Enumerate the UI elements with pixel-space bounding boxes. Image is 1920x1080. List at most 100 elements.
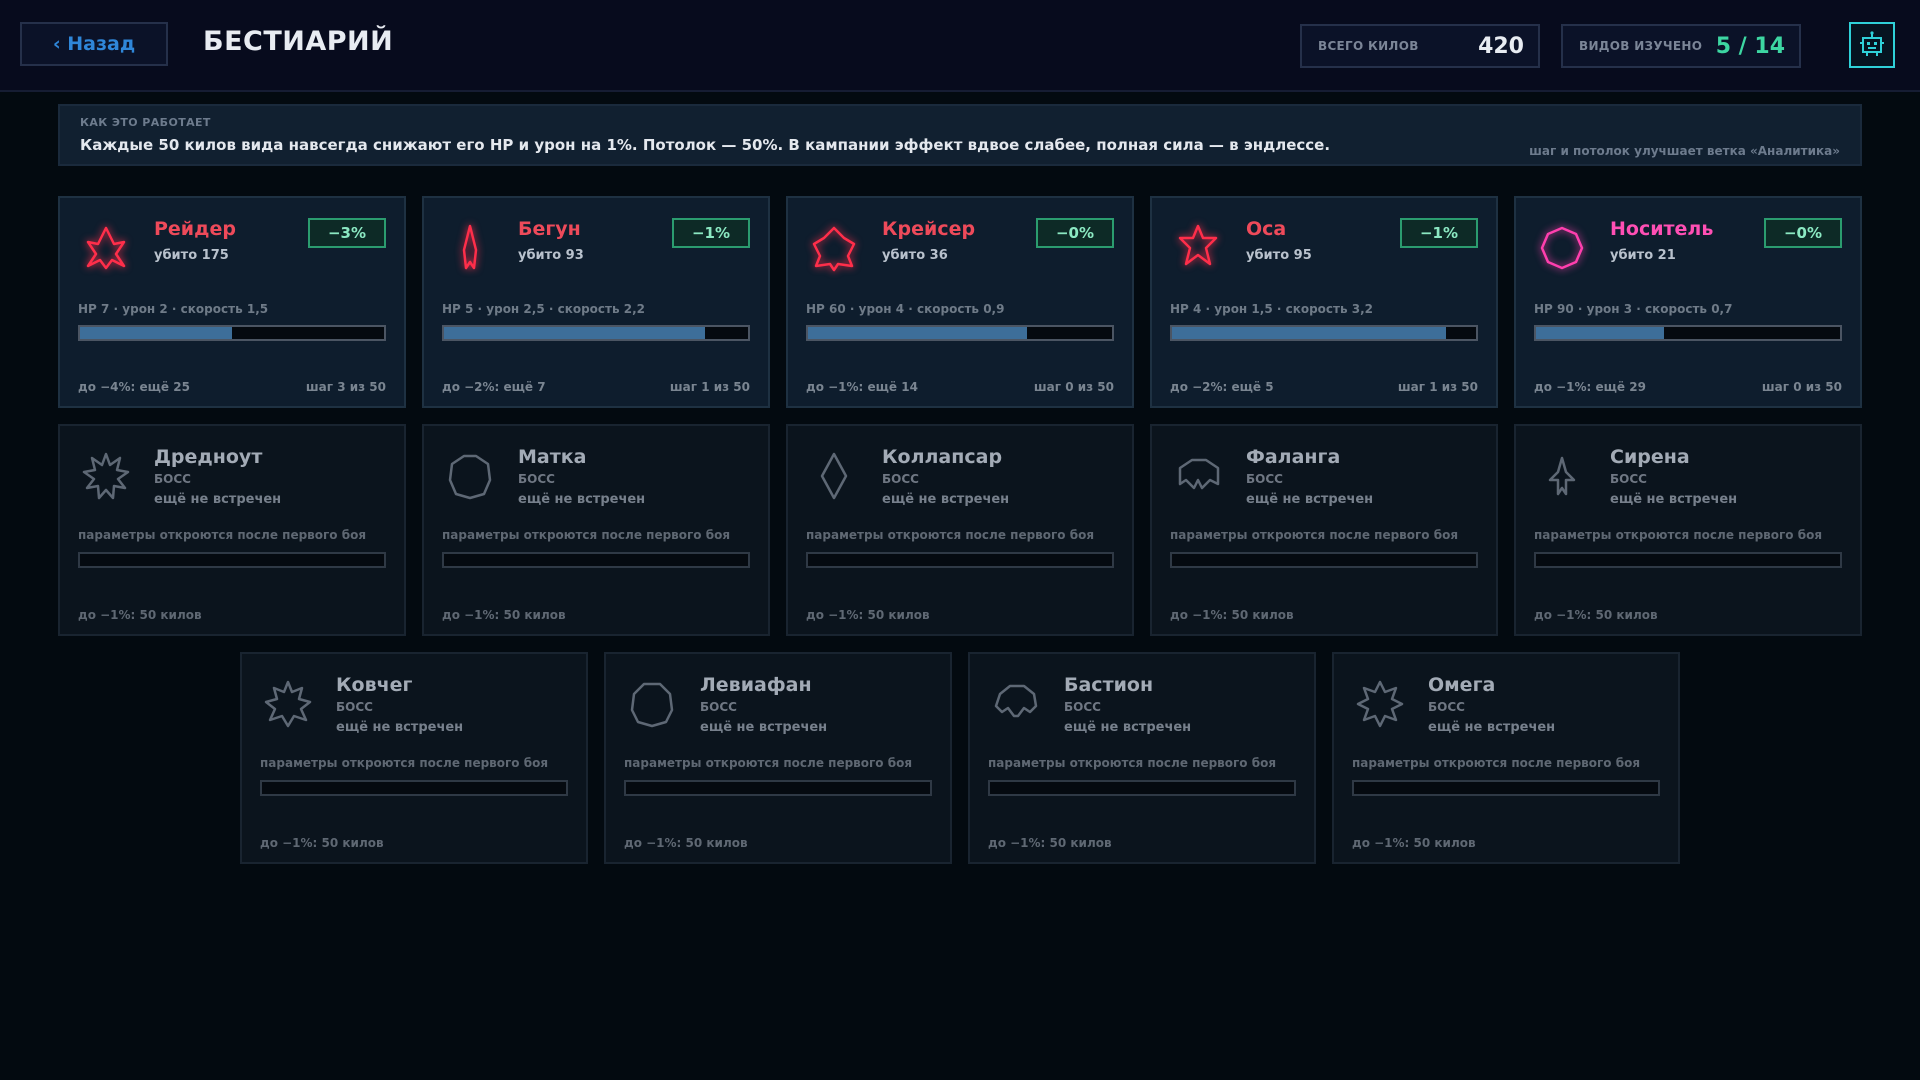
locked-stats-text: параметры откроются после первого боя (1170, 528, 1459, 542)
raider-ship-icon (80, 222, 132, 274)
total-kills-value: 420 (1478, 33, 1524, 59)
locked-stats-text: параметры откроются после первого боя (1352, 756, 1641, 770)
enemy-stats: HP 90 · урон 3 · скорость 0,7 (1534, 302, 1733, 316)
boss-card[interactable]: Фаланга БОСС ещё не встречен параметры о… (1150, 424, 1498, 636)
enemy-card[interactable]: Оса убито 95 −1% HP 4 · урон 1,5 · скоро… (1150, 196, 1498, 408)
kill-progress-bar (1534, 552, 1842, 568)
enemy-kills: убито 95 (1246, 248, 1312, 263)
ark-icon (262, 678, 314, 730)
kill-progress-fill (808, 327, 1027, 339)
boss-label: БОСС (518, 472, 555, 486)
damage-reduction-badge: −1% (672, 218, 750, 248)
kill-progress-bar (806, 325, 1114, 341)
next-step-text: до −1%: 50 килов (442, 608, 566, 622)
back-button[interactable]: ‹ Назад (20, 22, 168, 66)
not-encountered-text: ещё не встречен (1610, 492, 1738, 507)
leviathan-icon (626, 678, 678, 730)
not-encountered-text: ещё не встречен (1428, 720, 1556, 735)
collapsar-icon (808, 450, 860, 502)
boss-card[interactable]: Дредноут БОСС ещё не встречен параметры … (58, 424, 406, 636)
enemy-name: Рейдер (154, 218, 236, 240)
next-step-text: до −1%: 50 килов (988, 836, 1112, 850)
analytics-hint: шаг и потолок улучшает ветка «Аналитика» (1529, 144, 1840, 158)
boss-label: БОСС (154, 472, 191, 486)
step-counter: шаг 0 из 50 (1033, 380, 1114, 394)
page-title: БЕСТИАРИЙ (203, 26, 394, 57)
boss-name: Левиафан (700, 674, 812, 696)
next-step-text: до −4%: ещё 25 (78, 380, 190, 394)
boss-card[interactable]: Коллапсар БОСС ещё не встречен параметры… (786, 424, 1134, 636)
locked-stats-text: параметры откроются после первого боя (442, 528, 731, 542)
bastion-icon (990, 678, 1042, 730)
profile-button[interactable] (1849, 22, 1895, 68)
boss-card[interactable]: Матка БОСС ещё не встречен параметры отк… (422, 424, 770, 636)
locked-stats-text: параметры откроются после первого боя (624, 756, 913, 770)
hive-queen-icon (444, 450, 496, 502)
boss-name: Фаланга (1246, 446, 1341, 468)
boss-name: Дредноут (154, 446, 263, 468)
next-step-text: до −1%: 50 килов (624, 836, 748, 850)
kill-progress-fill (80, 327, 232, 339)
enemy-name: Оса (1246, 218, 1287, 240)
damage-reduction-badge: −0% (1764, 218, 1842, 248)
kill-progress-bar (1534, 325, 1842, 341)
locked-stats-text: параметры откроются после первого боя (260, 756, 549, 770)
boss-card[interactable]: Бастион БОСС ещё не встречен параметры о… (968, 652, 1316, 864)
locked-stats-text: параметры откроются после первого боя (806, 528, 1095, 542)
species-studied-value: 5 / 14 (1715, 33, 1785, 59)
boss-name: Омега (1428, 674, 1496, 696)
locked-stats-text: параметры откроются после первого боя (1534, 528, 1823, 542)
step-counter: шаг 1 из 50 (1397, 380, 1478, 394)
boss-card[interactable]: Омега БОСС ещё не встречен параметры отк… (1332, 652, 1680, 864)
not-encountered-text: ещё не встречен (700, 720, 828, 735)
boss-name: Бастион (1064, 674, 1154, 696)
next-step-text: до −1%: 50 килов (78, 608, 202, 622)
kill-progress-bar (1352, 780, 1660, 796)
robot-icon (1860, 31, 1884, 56)
boss-name: Коллапсар (882, 446, 1003, 468)
boss-card[interactable]: Сирена БОСС ещё не встречен параметры от… (1514, 424, 1862, 636)
enemy-kills: убито 93 (518, 248, 584, 263)
kill-progress-bar (624, 780, 932, 796)
enemy-card[interactable]: Бегун убито 93 −1% HP 5 · урон 2,5 · ско… (422, 196, 770, 408)
enemy-card[interactable]: Крейсер убито 36 −0% HP 60 · урон 4 · ск… (786, 196, 1134, 408)
next-step-text: до −1%: ещё 14 (806, 380, 918, 394)
species-studied-counter: ВИДОВ ИЗУЧЕНО 5 / 14 (1561, 24, 1801, 68)
not-encountered-text: ещё не встречен (882, 492, 1010, 507)
boss-label: БОСС (1246, 472, 1283, 486)
next-step-text: до −1%: ещё 29 (1534, 380, 1646, 394)
kill-progress-bar (260, 780, 568, 796)
locked-stats-text: параметры откроются после первого боя (78, 528, 367, 542)
enemy-kills: убито 21 (1610, 248, 1676, 263)
kill-progress-bar (78, 325, 386, 341)
kill-progress-bar (78, 552, 386, 568)
not-encountered-text: ещё не встречен (518, 492, 646, 507)
next-step-text: до −2%: ещё 7 (442, 380, 546, 394)
kill-progress-bar (1170, 552, 1478, 568)
boss-label: БОСС (1064, 700, 1101, 714)
not-encountered-text: ещё не встречен (1246, 492, 1374, 507)
next-step-text: до −2%: ещё 5 (1170, 380, 1274, 394)
boss-label: БОСС (700, 700, 737, 714)
kill-progress-bar (1170, 325, 1478, 341)
phalanx-icon (1172, 450, 1224, 502)
boss-label: БОСС (882, 472, 919, 486)
locked-stats-text: параметры откроются после первого боя (988, 756, 1277, 770)
next-step-text: до −1%: 50 килов (1170, 608, 1294, 622)
wasp-ship-icon (1172, 222, 1224, 274)
damage-reduction-badge: −3% (308, 218, 386, 248)
kill-progress-bar (988, 780, 1296, 796)
next-step-text: до −1%: 50 килов (1534, 608, 1658, 622)
enemy-card[interactable]: Рейдер убито 175 −3% HP 7 · урон 2 · ско… (58, 196, 406, 408)
enemy-stats: HP 4 · урон 1,5 · скорость 3,2 (1170, 302, 1374, 316)
how-it-works-panel: КАК ЭТО РАБОТАЕТ Каждые 50 килов вида на… (58, 104, 1862, 166)
boss-card[interactable]: Левиафан БОСС ещё не встречен параметры … (604, 652, 952, 864)
boss-card[interactable]: Ковчег БОСС ещё не встречен параметры от… (240, 652, 588, 864)
enemy-card[interactable]: Носитель убито 21 −0% HP 90 · урон 3 · с… (1514, 196, 1862, 408)
damage-reduction-badge: −0% (1036, 218, 1114, 248)
next-step-text: до −1%: 50 килов (260, 836, 384, 850)
siren-icon (1536, 450, 1588, 502)
enemy-stats: HP 5 · урон 2,5 · скорость 2,2 (442, 302, 646, 316)
damage-reduction-badge: −1% (1400, 218, 1478, 248)
kill-progress-fill (1172, 327, 1446, 339)
